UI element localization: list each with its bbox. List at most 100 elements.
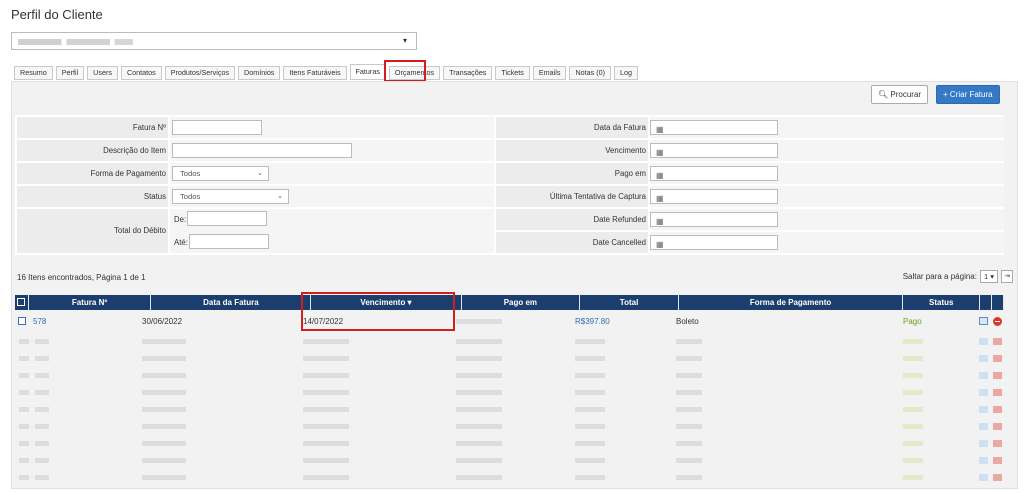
delete-icon[interactable] xyxy=(993,317,1002,326)
tab-resumo[interactable]: Resumo xyxy=(14,66,53,80)
edit-icon[interactable] xyxy=(979,423,988,430)
column-header[interactable]: Pago em xyxy=(461,295,581,310)
calendar-icon: ▦ xyxy=(656,240,664,249)
column-header[interactable]: Fatura Nº xyxy=(28,295,152,310)
delete-icon[interactable] xyxy=(993,355,1002,362)
blurred-cell xyxy=(575,390,605,395)
row-checkbox[interactable] xyxy=(18,317,26,325)
tab-notas-0[interactable]: Notas (0) xyxy=(569,66,612,80)
table-row[interactable] xyxy=(15,350,1004,367)
delete-icon[interactable] xyxy=(993,406,1002,413)
item-desc-input[interactable] xyxy=(172,143,352,158)
delete-icon[interactable] xyxy=(993,423,1002,430)
tab-transa-es[interactable]: Transações xyxy=(443,66,493,80)
paid-on-input[interactable]: ▦ xyxy=(650,166,778,181)
table-header: Fatura Nº Data da Fatura Vencimento ▾ Pago … xyxy=(15,295,1004,310)
tab-emails[interactable]: Emails xyxy=(532,66,567,80)
calendar-icon: ▦ xyxy=(656,171,664,180)
edit-icon[interactable] xyxy=(979,355,988,362)
paid-date-blurred xyxy=(456,319,502,324)
delete-icon[interactable] xyxy=(993,389,1002,396)
column-header[interactable]: Forma de Pagamento xyxy=(678,295,904,310)
column-header[interactable]: Data da Fatura xyxy=(151,295,312,310)
table-row[interactable] xyxy=(15,418,1004,435)
table-row[interactable] xyxy=(15,452,1004,469)
from-label: De: xyxy=(174,215,187,224)
tab-faturas[interactable]: Faturas xyxy=(349,64,386,80)
tab-tickets[interactable]: Tickets xyxy=(495,66,530,80)
blurred-cell xyxy=(575,373,605,378)
edit-icon[interactable] xyxy=(979,457,988,464)
table-row[interactable] xyxy=(15,469,1004,486)
total-from-input[interactable] xyxy=(187,211,267,226)
tab-produtos-servi-os[interactable]: Produtos/Serviços xyxy=(164,66,236,80)
results-count: 16 Itens encontrados, Página 1 de 1 xyxy=(17,273,146,282)
blurred-cell xyxy=(456,356,502,361)
edit-icon[interactable] xyxy=(979,440,988,447)
blurred-cell xyxy=(676,441,702,446)
invoice-no-input[interactable] xyxy=(172,120,262,135)
tab-dom-nios[interactable]: Domínios xyxy=(238,66,281,80)
tab-users[interactable]: Users xyxy=(87,66,118,80)
last-page-button[interactable]: ⇥ xyxy=(1001,270,1013,283)
status-select[interactable]: Todos ⌄ xyxy=(172,189,289,204)
table-row[interactable]: 578 30/06/2022 14/07/2022 R$397.80 Bolet… xyxy=(15,313,1004,330)
page-title: Perfil do Cliente xyxy=(11,7,103,22)
blurred-cell xyxy=(903,390,923,395)
blurred-cell xyxy=(303,339,349,344)
total-to-input[interactable] xyxy=(189,234,269,249)
table-row[interactable] xyxy=(15,367,1004,384)
blurred-cell xyxy=(575,458,605,463)
status-label: Status xyxy=(143,192,166,201)
blurred-cell xyxy=(142,424,186,429)
delete-icon[interactable] xyxy=(993,372,1002,379)
edit-icon[interactable] xyxy=(979,317,988,325)
blurred-cell xyxy=(19,475,29,480)
tab-itens-fatur-veis[interactable]: Itens Faturáveis xyxy=(283,66,347,80)
cancelled-date-input[interactable]: ▦ xyxy=(650,235,778,250)
blurred-cell xyxy=(903,339,923,344)
delete-icon[interactable] xyxy=(993,474,1002,481)
blurred-cell xyxy=(19,458,29,463)
edit-icon[interactable] xyxy=(979,389,988,396)
refunded-date-input[interactable]: ▦ xyxy=(650,212,778,227)
blurred-cell xyxy=(575,441,605,446)
table-row[interactable] xyxy=(15,401,1004,418)
payment-method-select[interactable]: Todos ⌄ xyxy=(172,166,269,181)
table-row[interactable] xyxy=(15,384,1004,401)
column-header[interactable]: Total xyxy=(580,295,679,310)
table-row[interactable] xyxy=(15,333,1004,350)
invoice-date-label: Data da Fatura xyxy=(593,123,646,132)
search-button[interactable]: 🔍︎ Procurar xyxy=(871,85,929,104)
blurred-cell xyxy=(676,458,702,463)
blurred-cell xyxy=(35,390,49,395)
tab-perfil[interactable]: Perfil xyxy=(55,66,85,80)
page-select[interactable]: 1 ▾ xyxy=(979,270,998,283)
invoice-date-input[interactable]: ▦ xyxy=(650,120,778,135)
select-all-checkbox[interactable] xyxy=(17,298,26,306)
blurred-cell xyxy=(303,390,349,395)
delete-icon[interactable] xyxy=(993,440,1002,447)
edit-icon[interactable] xyxy=(979,372,988,379)
create-invoice-button[interactable]: + Criar Fatura xyxy=(936,85,1000,104)
delete-icon[interactable] xyxy=(993,457,1002,464)
edit-icon[interactable] xyxy=(979,406,988,413)
page-jump: Saltar para a página: 1 ▾ ⇥ xyxy=(903,270,1013,283)
table-row[interactable] xyxy=(15,435,1004,452)
jump-label: Saltar para a página: xyxy=(902,272,977,281)
blurred-cell xyxy=(142,458,186,463)
blurred-cell xyxy=(35,407,49,412)
client-select[interactable]: ▾ xyxy=(11,32,417,50)
blurred-cell xyxy=(575,356,605,361)
edit-icon[interactable] xyxy=(979,474,988,481)
blurred-cell xyxy=(676,475,702,480)
column-header[interactable]: Status xyxy=(903,295,981,310)
edit-icon[interactable] xyxy=(979,338,988,345)
delete-icon[interactable] xyxy=(993,338,1002,345)
last-capture-input[interactable]: ▦ xyxy=(650,189,778,204)
invoice-number-link[interactable]: 578 xyxy=(33,313,46,330)
due-date-input[interactable]: ▦ xyxy=(650,143,778,158)
tab-contatos[interactable]: Contatos xyxy=(120,66,162,80)
search-icon: 🔍︎ xyxy=(878,90,889,99)
tab-log[interactable]: Log xyxy=(614,66,639,80)
